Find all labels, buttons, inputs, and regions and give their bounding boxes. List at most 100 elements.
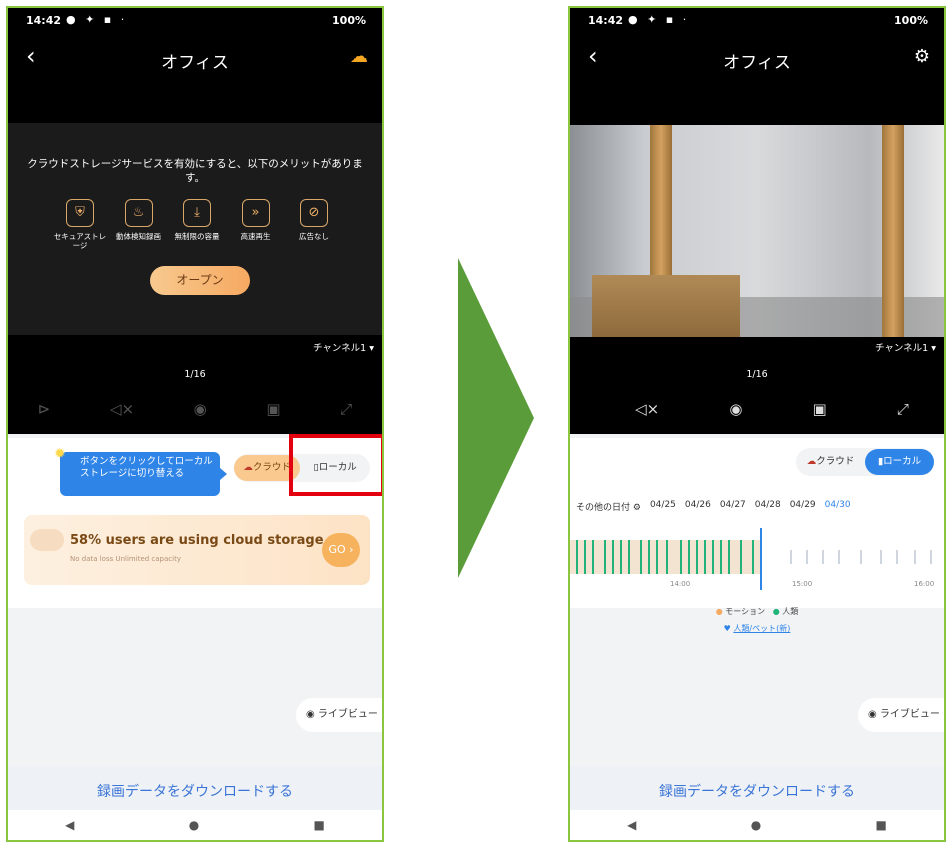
go-button[interactable]: GO ›: [322, 533, 360, 567]
shield-icon: ⛨: [66, 199, 94, 227]
date-tab[interactable]: 04/26: [685, 500, 711, 513]
recording-tick: [648, 540, 650, 574]
live-view-button[interactable]: ◉ ライブビュー: [858, 698, 944, 732]
recording-tick: [604, 540, 606, 574]
feature-item: ♨ 動体検知録画: [111, 199, 167, 250]
feature-item: ⛨ セキュアストレージ: [52, 199, 108, 250]
fast-forward-icon: »: [241, 199, 270, 227]
channel-selector[interactable]: チャンネル1 ▾: [313, 340, 374, 354]
home-circle-icon[interactable]: ●: [189, 818, 199, 832]
camera-icon[interactable]: ◉: [729, 400, 742, 418]
recents-square-icon[interactable]: ■: [314, 818, 325, 832]
recording-tick: [728, 540, 730, 574]
recents-square-icon[interactable]: ■: [876, 818, 887, 832]
empty-tick: [914, 550, 916, 564]
fullscreen-icon[interactable]: ⤢: [340, 400, 352, 418]
back-triangle-icon[interactable]: ◀: [65, 818, 74, 832]
status-time: 14:42: [588, 14, 624, 27]
camera-icon[interactable]: ◉: [194, 400, 207, 418]
other-dates-label: その他の日付: [576, 503, 631, 513]
toggle-local[interactable]: ▮ローカル: [865, 449, 934, 475]
play-speed-icon[interactable]: ⊳: [38, 400, 51, 418]
page-indicator: 1/16: [184, 369, 206, 380]
cloud-icon[interactable]: ☁: [350, 46, 368, 67]
phone-screen-after: 14:42 ● ✦ ▪ · 100% ‹ オフィス ⚙ チャンネル1 ▾ 1/1…: [568, 6, 946, 842]
date-tab[interactable]: 04/25: [650, 500, 676, 513]
cardboard-box: [592, 275, 740, 337]
recording-tick: [656, 540, 658, 574]
page-title: オフィス: [723, 53, 791, 73]
record-icon[interactable]: ▣: [813, 400, 827, 418]
feature-label: 動体検知録画: [116, 232, 161, 241]
recording-tick: [740, 540, 742, 574]
recording-tick: [752, 540, 754, 574]
gear-icon[interactable]: ⚙: [914, 46, 930, 67]
nav-bar: ‹ オフィス ☁: [8, 38, 382, 78]
page-title: オフィス: [161, 53, 229, 73]
recording-tick: [612, 540, 614, 574]
feature-item: ⤓ 無制限の容量: [169, 199, 225, 250]
feature-label: 高速再生: [240, 232, 271, 241]
page-indicator: 1/16: [746, 369, 768, 380]
back-triangle-icon[interactable]: ◀: [627, 818, 636, 832]
banner-subtitle: No data loss Unlimited capacity: [70, 555, 181, 563]
time-label: 15:00: [792, 580, 813, 588]
open-button[interactable]: オープン: [150, 266, 250, 295]
channel-selector[interactable]: チャンネル1 ▾: [875, 340, 936, 354]
toggle-cloud-label: クラウド: [816, 456, 855, 467]
empty-tick: [860, 550, 862, 564]
date-tab-active[interactable]: 04/30: [825, 500, 851, 513]
other-dates-button[interactable]: その他の日付 ⚙: [576, 500, 641, 513]
mute-icon[interactable]: ◁×: [635, 400, 659, 418]
channel-label: チャンネル1: [874, 343, 929, 354]
date-selector: その他の日付 ⚙ 04/25 04/26 04/27 04/28 04/29 0…: [576, 500, 944, 513]
recording-tick: [666, 540, 668, 574]
feature-item: ⊘ 広告なし: [286, 199, 342, 250]
date-tab[interactable]: 04/27: [720, 500, 746, 513]
empty-tick: [790, 550, 792, 564]
feature-label: 無制限の容量: [174, 232, 220, 241]
timeline-legend: ● モーション ● 人類: [570, 606, 944, 617]
download-icon: ⤓: [183, 199, 211, 227]
storage-toggle: ☁クラウド ▮ローカル: [796, 448, 934, 476]
lightbulb-icon: ✹: [54, 446, 66, 462]
recording-tick: [704, 540, 706, 574]
recording-timeline[interactable]: 14:00 15:00 16:00: [570, 528, 944, 590]
highlight-frame: [289, 434, 382, 496]
feature-label: セキュアストレージ: [53, 232, 107, 250]
camera-video-feed[interactable]: [570, 125, 944, 337]
home-circle-icon[interactable]: ●: [751, 818, 761, 832]
cloud-icon: ☁: [806, 456, 817, 467]
playback-controls: ◁× ◉ ▣ ⤢: [570, 400, 944, 418]
play-circle-icon: ◉: [306, 709, 315, 720]
toggle-cloud[interactable]: ☁クラウド: [796, 449, 865, 475]
date-tab[interactable]: 04/29: [790, 500, 816, 513]
system-nav-bar: ◀ ● ■: [8, 810, 382, 840]
recording-tick: [584, 540, 586, 574]
recording-tick: [628, 540, 630, 574]
channel-label: チャンネル1: [312, 343, 367, 354]
hint-tooltip: ✹ ボタンをクリックしてローカルストレージに切り替える: [54, 447, 227, 496]
live-view-button[interactable]: ◉ ライブビュー: [296, 698, 382, 732]
pet-detection-link[interactable]: ♥ 人類/ペット(新): [570, 623, 944, 634]
time-label: 14:00: [670, 580, 691, 588]
mute-icon[interactable]: ◁×: [110, 400, 134, 418]
empty-tick: [880, 550, 882, 564]
live-view-label: ライブビュー: [879, 709, 940, 720]
recording-tick: [712, 540, 714, 574]
recording-tick: [680, 540, 682, 574]
feature-label: 広告なし: [299, 232, 329, 241]
recording-tick: [688, 540, 690, 574]
empty-tick: [930, 550, 932, 564]
feature-item: » 高速再生: [228, 199, 284, 250]
phone-screen-before: 14:42 ● ✦ ▪ · 100% ‹ オフィス ☁ クラウドストレージサービ…: [6, 6, 384, 842]
human-dot-icon: ●: [772, 607, 780, 616]
go-label: GO: [328, 543, 346, 556]
date-tab[interactable]: 04/28: [755, 500, 781, 513]
cloud-storage-banner[interactable]: 58% users are using cloud storage No dat…: [24, 515, 370, 585]
timeline-cursor[interactable]: [760, 528, 762, 590]
fullscreen-icon[interactable]: ⤢: [897, 400, 909, 418]
toggle-cloud-label: クラウド: [252, 462, 291, 473]
record-icon[interactable]: ▣: [266, 400, 280, 418]
battery-level: 100%: [332, 14, 366, 27]
